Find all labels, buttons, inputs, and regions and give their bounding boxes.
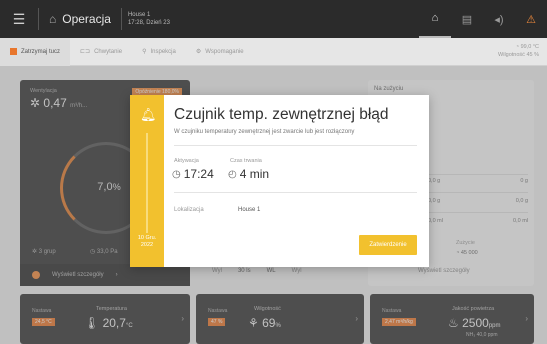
stop-fattening-label: Zatrzymaj tucz [21,48,61,55]
divider [174,145,417,146]
catch-icon: ⊏⊐ [80,49,91,55]
activation-value: ◷ 17:24 [172,167,214,181]
clock-icon: ◷ [172,168,181,180]
menu-icon[interactable]: ☰ [0,0,38,38]
alarm-description: W czujniku temperatury zewnętrznej jest … [174,129,355,135]
house-time: 17:28, Dzień 23 [127,20,170,26]
location-label: Lokalizacja [174,207,204,213]
outside-conditions: ◔ 99,0 °C Wilgotność 45 % [498,43,539,59]
alarm-severity-stripe: 🔔︎ 10 Gru. 2022 [130,95,164,267]
home-icon: ⌂ [49,12,57,26]
app-title: Operacja [62,12,111,26]
divider [146,133,148,233]
bell-icon: 🔔︎ [140,107,157,122]
divider [174,192,417,193]
activation-label: Aktywacja [174,158,199,164]
action-toolbar: Zatrzymaj tucz ⊏⊐ Chwytanie ⚲ Inspekcja … [0,37,547,66]
catch-button[interactable]: ⊏⊐ Chwytanie [70,38,132,66]
outside-temperature: ◔ 99,0 °C [498,43,539,51]
outside-temperature-value: 99,0 °C [520,44,539,50]
duration-label: Czas trwania [230,158,262,164]
app-title-group: ⌂ Operacja [39,12,121,26]
thermometer-icon: ◔ [515,44,520,50]
alarm-title: Czujnik temp. zewnętrznej błąd [174,106,389,123]
alarm-date: 10 Gru. 2022 [130,235,164,249]
catch-label: Chwytanie [94,48,123,55]
duration-value: ◴ 4 min [228,167,269,181]
timer-icon: ◴ [228,168,237,180]
signal-icon[interactable]: ◂) [483,0,515,38]
document-icon[interactable]: ▤ [451,0,483,38]
outside-humidity: Wilgotność 45 % [498,52,539,58]
alarm-date-year: 2022 [140,242,154,248]
house-info: House 1 17:28, Dzień 23 [122,11,170,27]
dashboard-icon[interactable]: ⌂ [419,0,451,38]
inspection-label: Inspekcja [150,48,176,55]
help-button[interactable]: ⚙ Wspomaganie [186,38,254,66]
help-label: Wspomaganie [205,48,244,55]
stop-fattening-button[interactable]: Zatrzymaj tucz [0,37,71,66]
notifications-icon[interactable]: ⚠ [515,0,547,38]
activation-time: 17:24 [183,167,214,181]
inspection-button[interactable]: ⚲ Inspekcja [132,38,186,66]
alarm-date-day: 10 Gru. [137,235,157,241]
location-value: House 1 [238,207,261,213]
gears-icon: ⚙ [195,49,202,55]
pin-icon: ⚲ [142,49,147,55]
duration-time: 4 min [239,167,270,181]
top-right-icons: ⌂ ▤ ◂) ⚠ [419,0,547,38]
confirm-button[interactable]: Zatwierdzenie [359,235,417,255]
top-bar: ☰ ⌂ Operacja House 1 17:28, Dzień 23 ⌂ ▤… [0,0,547,38]
stop-icon [10,48,17,55]
alarm-dialog: 🔔︎ 10 Gru. 2022 Czujnik temp. zewnętrzne… [130,95,429,267]
house-name: House 1 [127,12,151,18]
